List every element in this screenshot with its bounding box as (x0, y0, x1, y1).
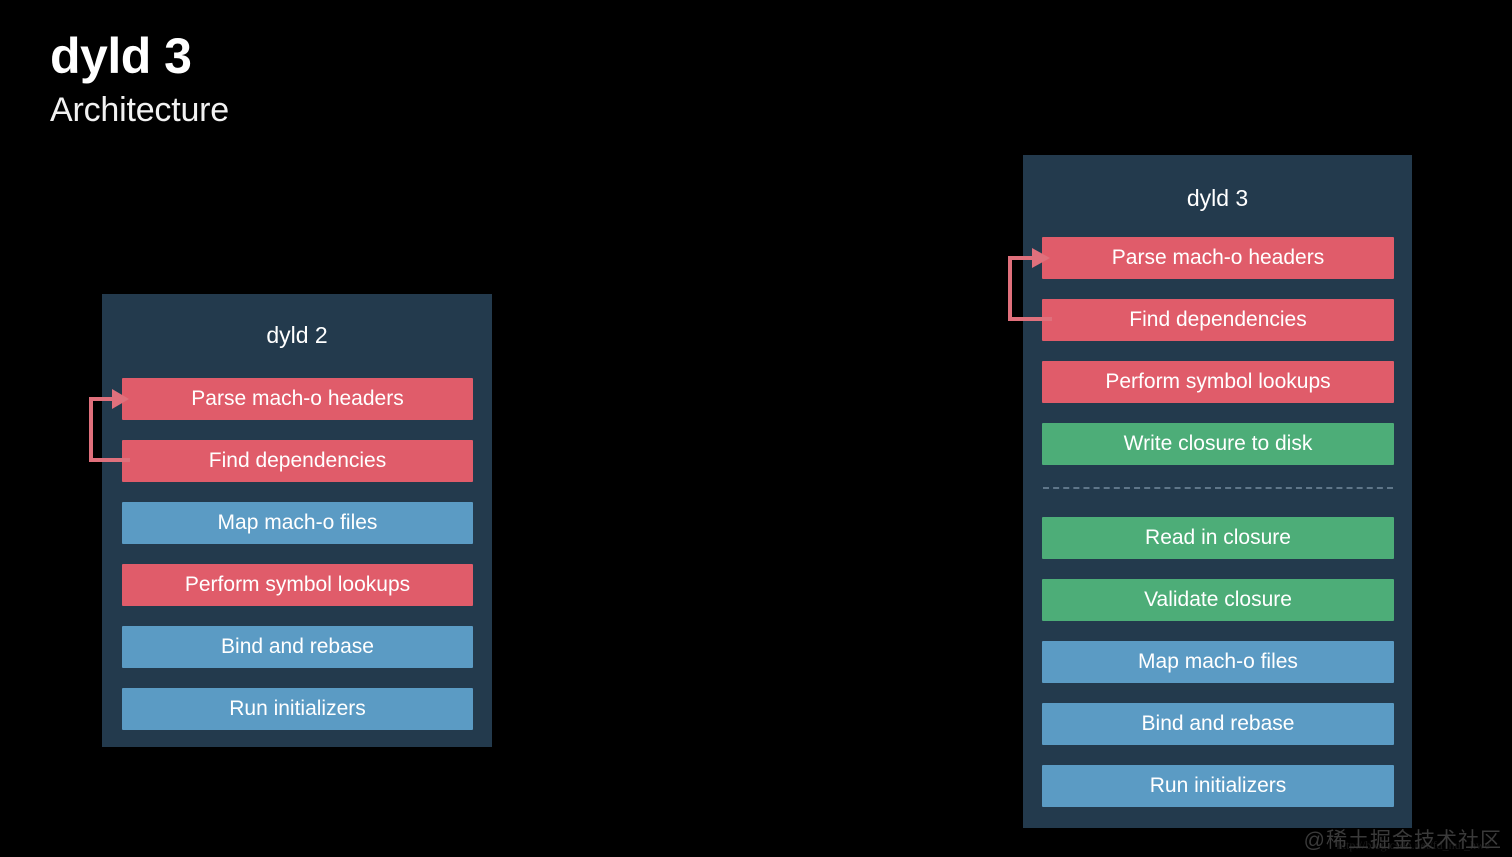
step-find-dependencies[interactable]: Find dependencies (1042, 299, 1394, 341)
step-find-dependencies[interactable]: Find dependencies (122, 440, 473, 482)
step-parse-mach-o-headers[interactable]: Parse mach-o headers (1042, 237, 1394, 279)
step-map-mach-o-files[interactable]: Map mach-o files (1042, 641, 1394, 683)
step-validate-closure[interactable]: Validate closure (1042, 579, 1394, 621)
step-perform-symbol-lookups[interactable]: Perform symbol lookups (1042, 361, 1394, 403)
step-parse-mach-o-headers[interactable]: Parse mach-o headers (122, 378, 473, 420)
slide-title-group: dyld 3 Architecture (50, 28, 229, 131)
step-run-initializers[interactable]: Run initializers (122, 688, 473, 730)
step-read-in-closure[interactable]: Read in closure (1042, 517, 1394, 559)
panel-dyld3-title: dyld 3 (1186, 185, 1249, 211)
panel-dyld2-step-list: Parse mach-o headers Find dependencies M… (122, 378, 473, 750)
step-bind-and-rebase[interactable]: Bind and rebase (1042, 703, 1394, 745)
panel-dyld2: dyld 2 Parse mach-o headers Find depende… (102, 294, 492, 747)
page-title: dyld 3 (50, 28, 192, 84)
step-run-initializers[interactable]: Run initializers (1042, 765, 1394, 807)
step-bind-and-rebase[interactable]: Bind and rebase (122, 626, 473, 668)
phase-divider (1043, 487, 1393, 489)
panel-dyld2-title: dyld 2 (266, 322, 328, 348)
step-map-mach-o-files[interactable]: Map mach-o files (122, 502, 473, 544)
panel-dyld3-step-list: Parse mach-o headers Find dependencies P… (1042, 237, 1394, 827)
watermark-handle: @稀土掘金技术社区 (1303, 829, 1502, 852)
page-subtitle: Architecture (50, 91, 230, 129)
panel-dyld3: dyld 3 Parse mach-o headers Find depende… (1023, 155, 1412, 828)
step-perform-symbol-lookups[interactable]: Perform symbol lookups (122, 564, 473, 606)
step-write-closure-to-disk[interactable]: Write closure to disk (1042, 423, 1394, 465)
